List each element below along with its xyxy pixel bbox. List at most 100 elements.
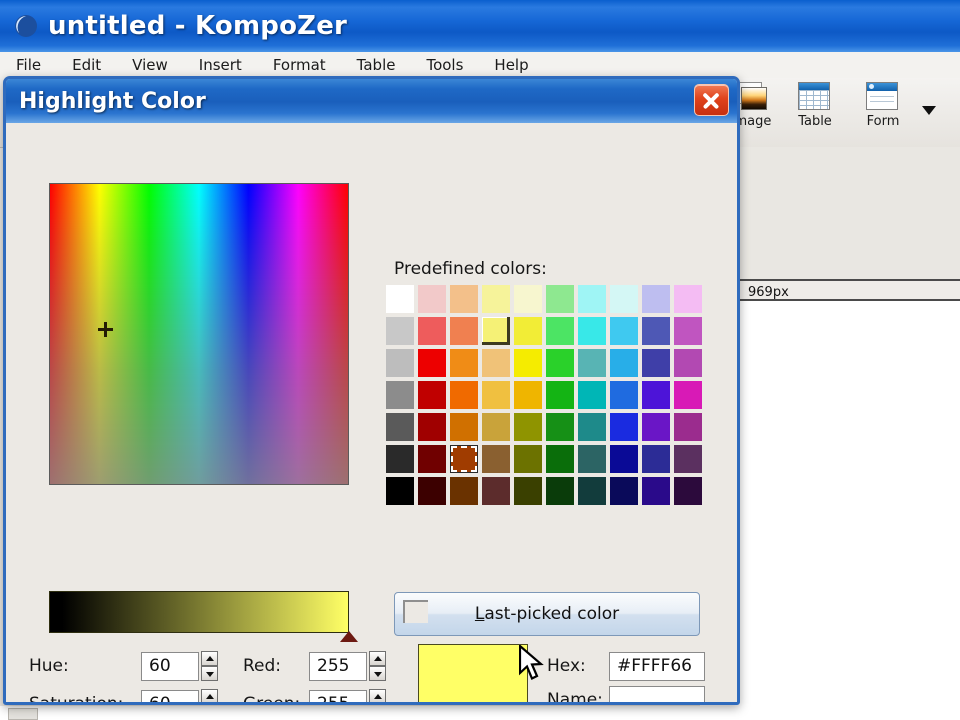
- color-swatch[interactable]: [672, 411, 704, 443]
- last-picked-color-button[interactable]: Last-picked color: [394, 592, 700, 636]
- saturation-stepper-down[interactable]: [201, 704, 218, 705]
- brightness-slider-thumb[interactable]: [340, 631, 358, 642]
- hue-input[interactable]: 60: [141, 651, 199, 681]
- brightness-slider[interactable]: [49, 591, 349, 633]
- color-swatch[interactable]: [416, 379, 448, 411]
- close-icon[interactable]: [694, 84, 729, 116]
- green-stepper[interactable]: [369, 689, 386, 705]
- color-swatch[interactable]: [608, 315, 640, 347]
- color-swatch[interactable]: [544, 347, 576, 379]
- name-input[interactable]: [609, 685, 705, 702]
- color-swatch[interactable]: [384, 475, 416, 507]
- color-swatch[interactable]: [384, 283, 416, 315]
- color-swatch[interactable]: [672, 379, 704, 411]
- color-swatch[interactable]: [416, 315, 448, 347]
- green-stepper-down[interactable]: [369, 704, 386, 705]
- color-swatch[interactable]: [640, 315, 672, 347]
- color-swatch[interactable]: [640, 347, 672, 379]
- menu-item-file[interactable]: File: [16, 56, 41, 74]
- menu-item-view[interactable]: View: [132, 56, 168, 74]
- color-swatch[interactable]: [576, 283, 608, 315]
- red-stepper[interactable]: [369, 651, 386, 681]
- color-swatch[interactable]: [672, 347, 704, 379]
- menu-item-insert[interactable]: Insert: [199, 56, 242, 74]
- color-swatch[interactable]: [448, 347, 480, 379]
- color-swatch[interactable]: [448, 315, 480, 347]
- hue-stepper-up[interactable]: [201, 651, 218, 666]
- saturation-stepper-up[interactable]: [201, 689, 218, 702]
- menu-item-tools[interactable]: Tools: [426, 56, 463, 74]
- color-swatch[interactable]: [576, 347, 608, 379]
- color-swatch[interactable]: [512, 443, 544, 475]
- color-swatch[interactable]: [416, 443, 448, 475]
- color-swatch[interactable]: [640, 411, 672, 443]
- color-swatch[interactable]: [448, 411, 480, 443]
- color-swatch[interactable]: [576, 443, 608, 475]
- color-swatch[interactable]: [544, 443, 576, 475]
- saturation-stepper[interactable]: [201, 689, 218, 705]
- color-swatch[interactable]: [448, 443, 480, 475]
- color-swatch[interactable]: [512, 411, 544, 443]
- color-swatch[interactable]: [480, 379, 512, 411]
- color-swatch[interactable]: [672, 315, 704, 347]
- red-input[interactable]: 255: [309, 651, 367, 681]
- saturation-input[interactable]: 60: [141, 689, 199, 702]
- menu-item-help[interactable]: Help: [494, 56, 528, 74]
- color-swatch[interactable]: [544, 411, 576, 443]
- color-swatch[interactable]: [672, 283, 704, 315]
- color-swatch[interactable]: [384, 315, 416, 347]
- color-swatch[interactable]: [640, 379, 672, 411]
- color-swatch[interactable]: [480, 475, 512, 507]
- toolbar-button-form[interactable]: Form: [850, 82, 916, 129]
- color-swatch[interactable]: [608, 475, 640, 507]
- color-swatch[interactable]: [448, 379, 480, 411]
- chevron-down-icon[interactable]: [922, 106, 936, 115]
- hue-stepper[interactable]: [201, 651, 218, 681]
- color-swatch[interactable]: [480, 411, 512, 443]
- color-swatch[interactable]: [480, 443, 512, 475]
- hex-input[interactable]: #FFFF66: [609, 651, 705, 681]
- menu-item-edit[interactable]: Edit: [72, 56, 101, 74]
- color-swatch[interactable]: [512, 283, 544, 315]
- color-swatch[interactable]: [608, 379, 640, 411]
- color-swatch[interactable]: [544, 315, 576, 347]
- hue-saturation-picker[interactable]: [49, 183, 349, 485]
- color-swatch[interactable]: [480, 315, 512, 347]
- color-swatch[interactable]: [448, 283, 480, 315]
- menu-item-format[interactable]: Format: [273, 56, 326, 74]
- color-swatch[interactable]: [544, 475, 576, 507]
- color-swatch[interactable]: [384, 347, 416, 379]
- green-stepper-up[interactable]: [369, 689, 386, 702]
- color-swatch[interactable]: [416, 411, 448, 443]
- hue-stepper-down[interactable]: [201, 666, 218, 681]
- color-swatch[interactable]: [512, 379, 544, 411]
- color-swatch[interactable]: [640, 475, 672, 507]
- color-swatch[interactable]: [608, 443, 640, 475]
- color-swatch[interactable]: [416, 475, 448, 507]
- color-swatch[interactable]: [512, 347, 544, 379]
- color-swatch[interactable]: [608, 347, 640, 379]
- color-swatch[interactable]: [480, 283, 512, 315]
- color-swatch[interactable]: [576, 411, 608, 443]
- color-swatch[interactable]: [672, 475, 704, 507]
- color-swatch[interactable]: [544, 379, 576, 411]
- color-swatch[interactable]: [448, 475, 480, 507]
- color-swatch[interactable]: [416, 283, 448, 315]
- color-swatch[interactable]: [672, 443, 704, 475]
- color-swatch[interactable]: [640, 283, 672, 315]
- color-swatch[interactable]: [480, 347, 512, 379]
- color-swatch[interactable]: [576, 475, 608, 507]
- color-swatch[interactable]: [416, 347, 448, 379]
- color-swatch[interactable]: [640, 443, 672, 475]
- color-swatch[interactable]: [576, 315, 608, 347]
- color-swatch[interactable]: [576, 379, 608, 411]
- color-swatch[interactable]: [384, 411, 416, 443]
- color-swatch[interactable]: [608, 283, 640, 315]
- color-swatch[interactable]: [544, 283, 576, 315]
- color-swatch[interactable]: [608, 411, 640, 443]
- predefined-colors-grid[interactable]: [384, 283, 706, 507]
- color-swatch[interactable]: [512, 315, 544, 347]
- toolbar-button-table[interactable]: Table: [782, 82, 848, 129]
- green-input[interactable]: 255: [309, 689, 367, 702]
- menu-item-table[interactable]: Table: [357, 56, 396, 74]
